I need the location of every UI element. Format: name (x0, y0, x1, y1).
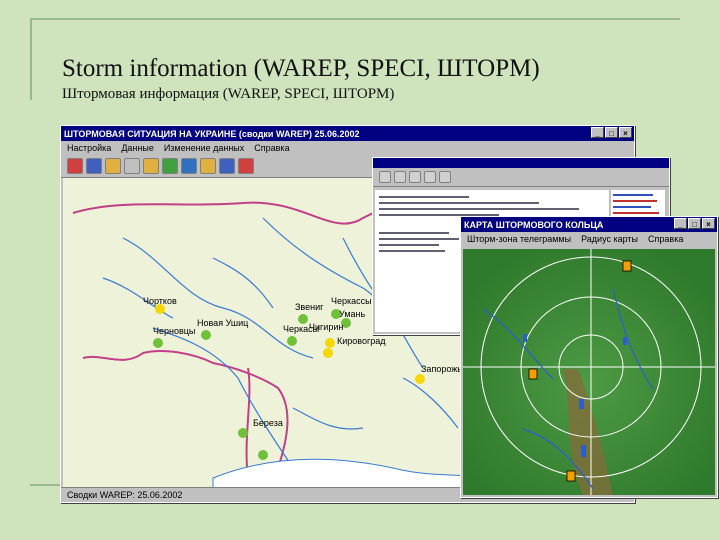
station-marker[interactable] (287, 336, 297, 346)
station-marker[interactable] (323, 348, 333, 358)
station-marker[interactable] (201, 330, 211, 340)
main-window-title: ШТОРМОВАЯ СИТУАЦИЯ НА УКРАИНЕ (сводки WA… (64, 128, 360, 139)
slide-subtitle: Штормовая информация (WAREP, SPECI, ШТОР… (62, 86, 395, 102)
station-marker[interactable] (415, 374, 425, 384)
tool-save-icon[interactable] (86, 158, 102, 174)
menu-item-edit-data[interactable]: Изменение данных (164, 143, 244, 153)
tool-folder-icon[interactable] (105, 158, 121, 174)
status-text: Сводки WAREP: 25.06.2002 (67, 490, 183, 500)
tool-open-icon[interactable] (67, 158, 83, 174)
radar-close-button[interactable]: × (702, 218, 715, 229)
telegram-toolbar (373, 168, 669, 187)
slide-frame-top (30, 18, 680, 20)
close-button[interactable]: × (619, 127, 632, 138)
telegram-tool-icon[interactable] (409, 171, 421, 183)
tool-doc-icon[interactable] (200, 158, 216, 174)
radar-menu-radius[interactable]: Радиус карты (581, 234, 638, 244)
radar-menu-zone[interactable]: Шторм-зона телеграммы (467, 234, 571, 244)
station-marker[interactable] (153, 338, 163, 348)
city-label: Черновцы (153, 326, 196, 336)
tool-stop-icon[interactable] (238, 158, 254, 174)
radar-drawing (463, 249, 715, 495)
station-marker[interactable] (258, 450, 268, 460)
radar-maximize-button[interactable]: □ (688, 218, 701, 229)
slide-title: Storm information (WAREP, SPECI, ШТОРМ) (62, 55, 540, 82)
maximize-button[interactable]: □ (605, 127, 618, 138)
main-menubar: Настройка Данные Изменение данных Справк… (61, 141, 634, 155)
menu-item-settings[interactable]: Настройка (67, 143, 111, 153)
city-label: Чигирин (309, 322, 344, 332)
radar-menubar: Шторм-зона телеграммы Радиус карты Справ… (461, 232, 717, 246)
city-label: Умань (339, 309, 366, 319)
radar-window: КАРТА ШТОРМОВОГО КОЛЬЦА _ □ × Шторм-зона… (460, 216, 718, 498)
tool-map-icon[interactable] (181, 158, 197, 174)
main-window-titlebar[interactable]: ШТОРМОВАЯ СИТУАЦИЯ НА УКРАИНЕ (сводки WA… (61, 126, 634, 141)
radar-window-titlebar[interactable]: КАРТА ШТОРМОВОГО КОЛЬЦА _ □ × (461, 217, 717, 232)
telegram-tool-icon[interactable] (424, 171, 436, 183)
tool-print-icon[interactable] (124, 158, 140, 174)
telegram-tool-icon[interactable] (394, 171, 406, 183)
minimize-button[interactable]: _ (591, 127, 604, 138)
radar-minimize-button[interactable]: _ (674, 218, 687, 229)
tool-pause-icon[interactable] (219, 158, 235, 174)
city-label: Кировоград (337, 336, 386, 346)
city-label: Новая Ушиц (197, 318, 249, 328)
radar-window-title: КАРТА ШТОРМОВОГО КОЛЬЦА (464, 219, 604, 230)
city-label: Береза (253, 418, 283, 428)
telegram-tool-icon[interactable] (439, 171, 451, 183)
menu-item-help[interactable]: Справка (254, 143, 289, 153)
station-marker[interactable] (238, 428, 248, 438)
city-label: Чортков (143, 296, 177, 306)
tool-refresh-icon[interactable] (162, 158, 178, 174)
tool-chart-icon[interactable] (143, 158, 159, 174)
station-marker[interactable] (298, 314, 308, 324)
slide-frame-left (30, 20, 32, 100)
radar-menu-help[interactable]: Справка (648, 234, 683, 244)
telegram-tool-icon[interactable] (379, 171, 391, 183)
city-label: Черкассы (331, 296, 372, 306)
telegram-window-titlebar[interactable] (373, 158, 669, 168)
station-marker[interactable] (325, 338, 335, 348)
menu-item-data[interactable]: Данные (121, 143, 154, 153)
city-label: Звениг (295, 302, 324, 312)
radar-map[interactable] (463, 249, 715, 495)
